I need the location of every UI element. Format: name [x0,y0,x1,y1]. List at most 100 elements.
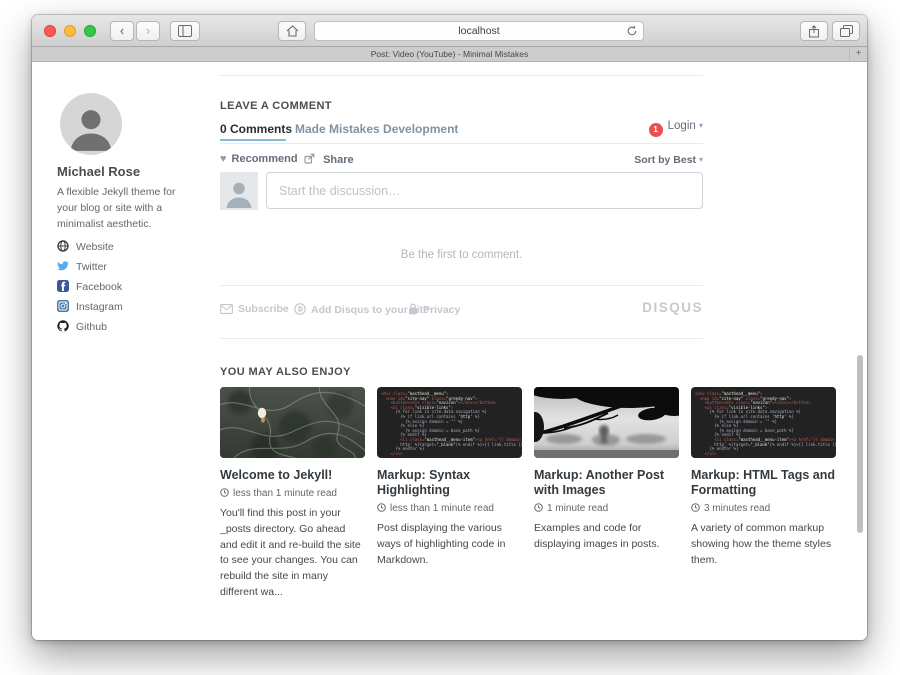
author-name: Michael Rose [57,164,140,179]
related-post-card: Markup: Another Post with Images 1 minut… [534,387,679,553]
login-button[interactable]: 1 Login ▾ [649,120,703,137]
post-read-time: 1 minute read [534,503,679,515]
chevron-down-icon: ▾ [699,155,703,164]
recommend-label: Recommend [232,153,298,165]
clock-icon [691,503,700,515]
post-thumbnail-fog-photo[interactable] [534,387,679,458]
tab-overview-button[interactable] [832,21,860,41]
sidebar-link-twitter[interactable]: Twitter [57,260,107,276]
browser-titlebar: ‹ › localhost [32,15,867,47]
forward-button[interactable]: › [136,21,160,41]
disqus-logo[interactable]: DISQUS [642,300,703,315]
subscribe-button[interactable]: Subscribe [220,303,289,317]
sidebar-link-website[interactable]: Website [57,240,114,256]
share-label: Share [323,154,354,166]
sidebar-link-instagram[interactable]: Instagram [57,300,123,316]
post-read-time: 3 minutes read [691,503,836,515]
post-title[interactable]: Markup: Another Post with Images [534,468,679,498]
recommend-button[interactable]: ♥ Recommend [220,153,298,165]
related-heading: YOU MAY ALSO ENJOY [220,366,351,378]
globe-icon [57,240,70,252]
sort-label: Sort by Best [634,154,696,166]
active-tab[interactable]: Post: Video (YouTube) - Minimal Mistakes [32,47,867,62]
home-icon [286,25,299,37]
new-tab-button[interactable]: + [849,47,867,62]
address-bar-url: localhost [315,22,643,40]
comment-count-tab[interactable]: 0 Comments [220,122,292,136]
screenshot-root: ‹ › localhost [0,0,900,675]
divider [220,143,703,144]
share-thread-button[interactable]: Share [304,153,354,166]
instagram-icon [57,300,70,312]
post-read-time: less than 1 minute read [377,503,522,515]
facebook-icon [57,280,70,292]
page-content: Michael Rose A flexible Jekyll theme for… [32,62,867,640]
notification-badge: 1 [649,123,663,137]
share-arrow-icon [304,154,318,166]
share-button[interactable] [800,21,828,41]
clock-icon [534,503,543,515]
sidebar-link-label: Github [76,321,107,333]
heart-icon: ♥ [220,153,227,165]
page-scrollbar[interactable] [857,355,863,533]
related-post-card: <div class="masthead__menu"> <nav id="si… [691,387,836,568]
address-bar[interactable]: localhost [314,21,644,41]
safari-window: ‹ › localhost [32,15,867,640]
divider [220,285,703,286]
back-button[interactable]: ‹ [110,21,134,41]
privacy-button[interactable]: Privacy [408,303,460,318]
sidebar-link-github[interactable]: Github [57,320,107,336]
sidebar-link-label: Facebook [76,281,122,293]
author-avatar [60,93,122,155]
post-title[interactable]: Markup: Syntax Highlighting [377,468,522,498]
post-excerpt: You'll find this post in your _posts dir… [220,506,365,601]
active-tab-underline [220,139,286,141]
sidebar-icon [178,25,192,37]
sidebar-link-label: Twitter [76,261,107,273]
tab-overview-icon [840,25,853,37]
person-icon [224,177,254,209]
twitter-icon [57,260,70,272]
chevron-down-icon: ▾ [699,121,703,130]
subscribe-label: Subscribe [238,303,289,315]
post-title[interactable]: Welcome to Jekyll! [220,468,365,483]
post-excerpt: Post displaying the various ways of high… [377,521,522,568]
comment-input[interactable] [266,172,703,209]
post-title[interactable]: Markup: HTML Tags and Formatting [691,468,836,498]
person-icon [65,101,117,153]
author-bio: A flexible Jekyll theme for your blog or… [57,185,190,232]
close-window-button[interactable] [44,25,56,37]
sidebar-link-label: Instagram [76,301,123,313]
post-read-time: less than 1 minute read [220,488,365,500]
code-teaser-image[interactable]: <div class="masthead__menu"> <nav id="si… [691,387,836,458]
clock-icon [377,503,386,515]
sort-by-best-dropdown[interactable]: Sort by Best ▾ [634,154,703,166]
privacy-label: Privacy [423,304,460,316]
related-post-card: <div class="masthead__menu"> <nav id="si… [377,387,522,568]
divider [220,338,703,339]
github-icon [57,320,70,332]
disqus-d-icon [294,303,306,318]
lock-icon [408,303,418,318]
reload-icon[interactable] [626,25,638,37]
minimize-window-button[interactable] [64,25,76,37]
zoom-window-button[interactable] [84,25,96,37]
back-icon: ‹ [120,23,124,38]
envelope-icon [220,304,233,317]
empty-state-text: Be the first to comment. [220,249,703,261]
post-excerpt: A variety of common markup showing how t… [691,521,836,568]
share-icon [808,25,820,38]
sidebar-link-label: Website [76,241,114,253]
comments-heading: LEAVE A COMMENT [220,100,332,112]
divider [220,75,703,76]
login-label: Login [668,120,696,132]
sidebar-toggle-button[interactable] [170,21,200,41]
clock-icon [220,488,229,500]
home-button[interactable] [278,21,306,41]
sidebar-link-facebook[interactable]: Facebook [57,280,122,296]
code-teaser-image[interactable]: <div class="masthead__menu"> <nav id="si… [377,387,522,458]
forward-icon: › [146,23,150,38]
commenter-avatar [220,172,258,210]
post-thumbnail-sponge-photo[interactable] [220,387,365,458]
community-link[interactable]: Made Mistakes Development [295,122,458,136]
